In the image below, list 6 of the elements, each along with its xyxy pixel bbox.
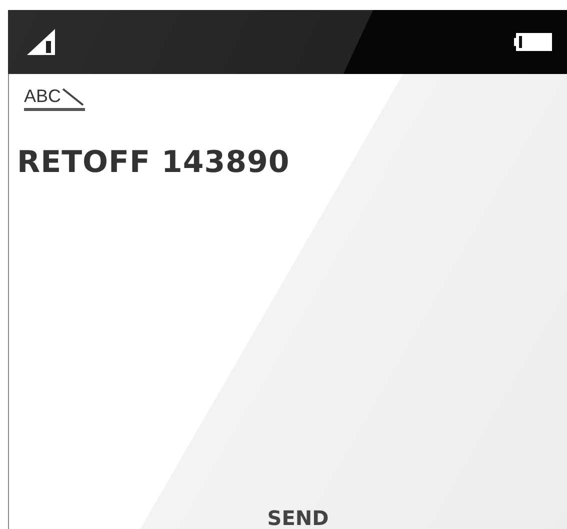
slash-icon [61,86,86,106]
message-text: RETOFF 143890 [17,145,291,180]
signal-icon [26,28,56,56]
send-softkey[interactable]: SEND [267,507,329,529]
input-mode-label: ABC [24,86,62,107]
battery-icon [513,32,553,52]
